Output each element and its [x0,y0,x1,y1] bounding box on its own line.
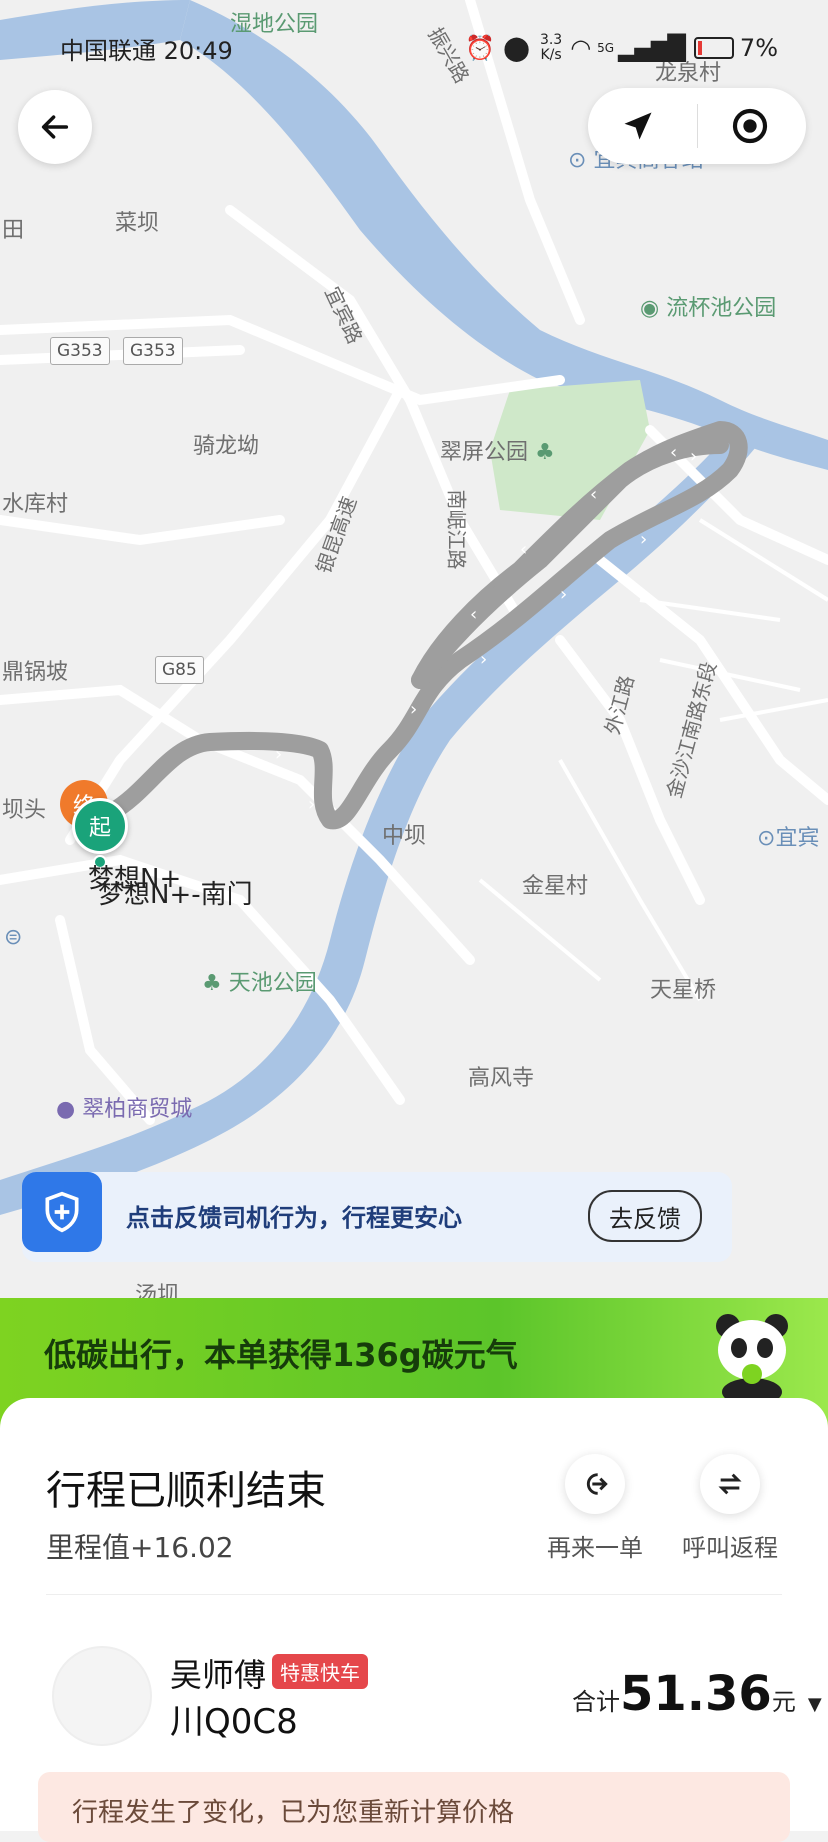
svg-text:›: › [275,744,282,765]
svg-text:›: › [308,794,315,815]
divider [697,104,698,148]
map-label-dingguopo: 鼎锅坡 [2,660,69,685]
bus-stop-icon: ⊜ [4,925,23,950]
panda-mascot-icon [706,1304,798,1406]
highway-shield: G353 [50,337,110,365]
carbon-text: 低碳出行，本单获得136g碳元气 [44,1336,518,1374]
map-label-tian: 田 [2,218,25,243]
return-trip-button[interactable] [700,1454,760,1514]
svg-text:›: › [690,446,697,467]
map-label-cuibai-mall: ● 翠柏商贸城 [56,1091,192,1123]
tree-icon: ♣ [535,440,555,465]
svg-text:›: › [640,529,647,550]
svg-text:‹: ‹ [590,484,597,505]
map-label-tianxingqiao: 天星桥 [650,978,717,1003]
wifi-icon: ◠ [570,34,592,62]
feedback-text: 点击反馈司机行为，行程更安心 [126,1204,462,1232]
highway-shield: G353 [123,337,183,365]
park-icon: ◉ [640,296,660,321]
start-marker[interactable]: 起 [72,798,128,854]
battery-icon [693,37,734,59]
notice-text: 行程发生了变化，已为您重新计算价格 [72,1798,515,1828]
network-type: 5G [597,41,615,55]
svg-text:›: › [560,584,567,605]
svg-text:‹: ‹ [670,442,677,463]
locate-target-icon [732,108,768,144]
map-label-zhongba: 中坝 [382,824,427,849]
back-button[interactable] [18,90,92,164]
map-label-liubeichi-park: ◉ 流杯池公园 [640,290,776,322]
battery-percent: 7% [739,34,778,62]
map-label-gaofengsi: 高风寺 [468,1066,535,1091]
total-amount: 51.36 [620,1666,772,1722]
avatar[interactable] [52,1646,152,1746]
map-label-cuiping-park: 翠屏公园 ♣ [440,434,555,466]
status-bar: 中国联通 20:49 ⏰ ⬤ 3.3 K/s ◠ 5G ▂▄▆█ 7% [60,28,778,68]
chevron-down-icon: ▼ [807,1694,822,1715]
map-label-nanminjiang-road: 南岷江路 [444,489,469,570]
car-type-badge: 特惠快车 [272,1654,368,1689]
divider [46,1594,782,1595]
location-icon: ⬤ [503,34,530,62]
trip-summary-sheet: 行程已顺利结束 里程值+16.02 再来一单 呼叫返程 吴师傅 特惠快车 川Q0… [0,1398,828,1831]
map-label-yibin: ⊙宜宾 [757,820,819,852]
shopping-icon: ● [56,1097,76,1122]
navigation-arrow-icon [624,112,652,140]
map-controls [588,88,806,164]
map-label-qilongao: 骑龙坳 [193,434,260,459]
alarm-icon: ⏰ [465,34,496,62]
start-location-label: 梦想N+-南门 [98,880,253,910]
svg-text:›: › [480,649,487,670]
driver-name: 吴师傅 [170,1656,267,1694]
shield-icon [22,1172,102,1252]
total-prefix: 合计 [572,1688,620,1716]
net-speed: 3.3 K/s [540,33,562,63]
total-price[interactable]: 合计 51.36 元 ▼ [572,1666,822,1722]
signal-icon: ▂▄▆█ [618,34,686,62]
net-speed-value: 3.3 [539,32,563,48]
station-icon: ⊙ [757,826,776,851]
tree-icon: ♣ [202,971,222,996]
reorder-button[interactable] [565,1454,625,1514]
total-unit: 元 [771,1688,796,1716]
bus-station-icon: ⊙ [568,148,587,173]
svg-text:‹: ‹ [470,604,477,625]
park-name: 翠屏公园 [440,440,529,465]
return-trip-icon [718,1473,742,1495]
map-label-tianchi-park: ♣ 天池公园 [202,965,317,997]
svg-text:‹: ‹ [520,539,527,560]
carrier-time: 中国联通 20:49 [60,36,233,65]
arrow-left-icon [41,115,69,139]
park-name: 流杯池公园 [666,296,777,321]
svg-text:›: › [410,699,417,720]
reorder-icon [586,1473,608,1495]
mall-name: 翠柏商贸城 [82,1097,193,1122]
station-name: 宜宾 [775,826,820,851]
price-change-notice: 行程发生了变化，已为您重新计算价格 [38,1772,790,1842]
license-plate: 川Q0C8 [170,1702,298,1742]
trip-status-title: 行程已顺利结束 [46,1468,326,1514]
map-label-caiba: 菜坝 [115,211,160,236]
net-speed-unit: K/s [540,47,562,63]
navigate-button[interactable] [620,108,656,148]
map-label-reservoir: 水库村 [2,492,69,517]
mileage-points: 里程值+16.02 [46,1531,234,1564]
map-label-batou: 坝头 [2,798,47,823]
locate-button[interactable] [730,106,770,150]
reorder-label[interactable]: 再来一单 [530,1528,660,1563]
return-trip-label[interactable]: 呼叫返程 [665,1528,795,1563]
feedback-button[interactable]: 去反馈 [588,1190,702,1242]
highway-shield: G85 [155,656,204,684]
map-label-jinxing: 金星村 [522,874,589,899]
park-name: 天池公园 [228,971,317,996]
feedback-banner[interactable]: 点击反馈司机行为，行程更安心 去反馈 [22,1172,732,1262]
